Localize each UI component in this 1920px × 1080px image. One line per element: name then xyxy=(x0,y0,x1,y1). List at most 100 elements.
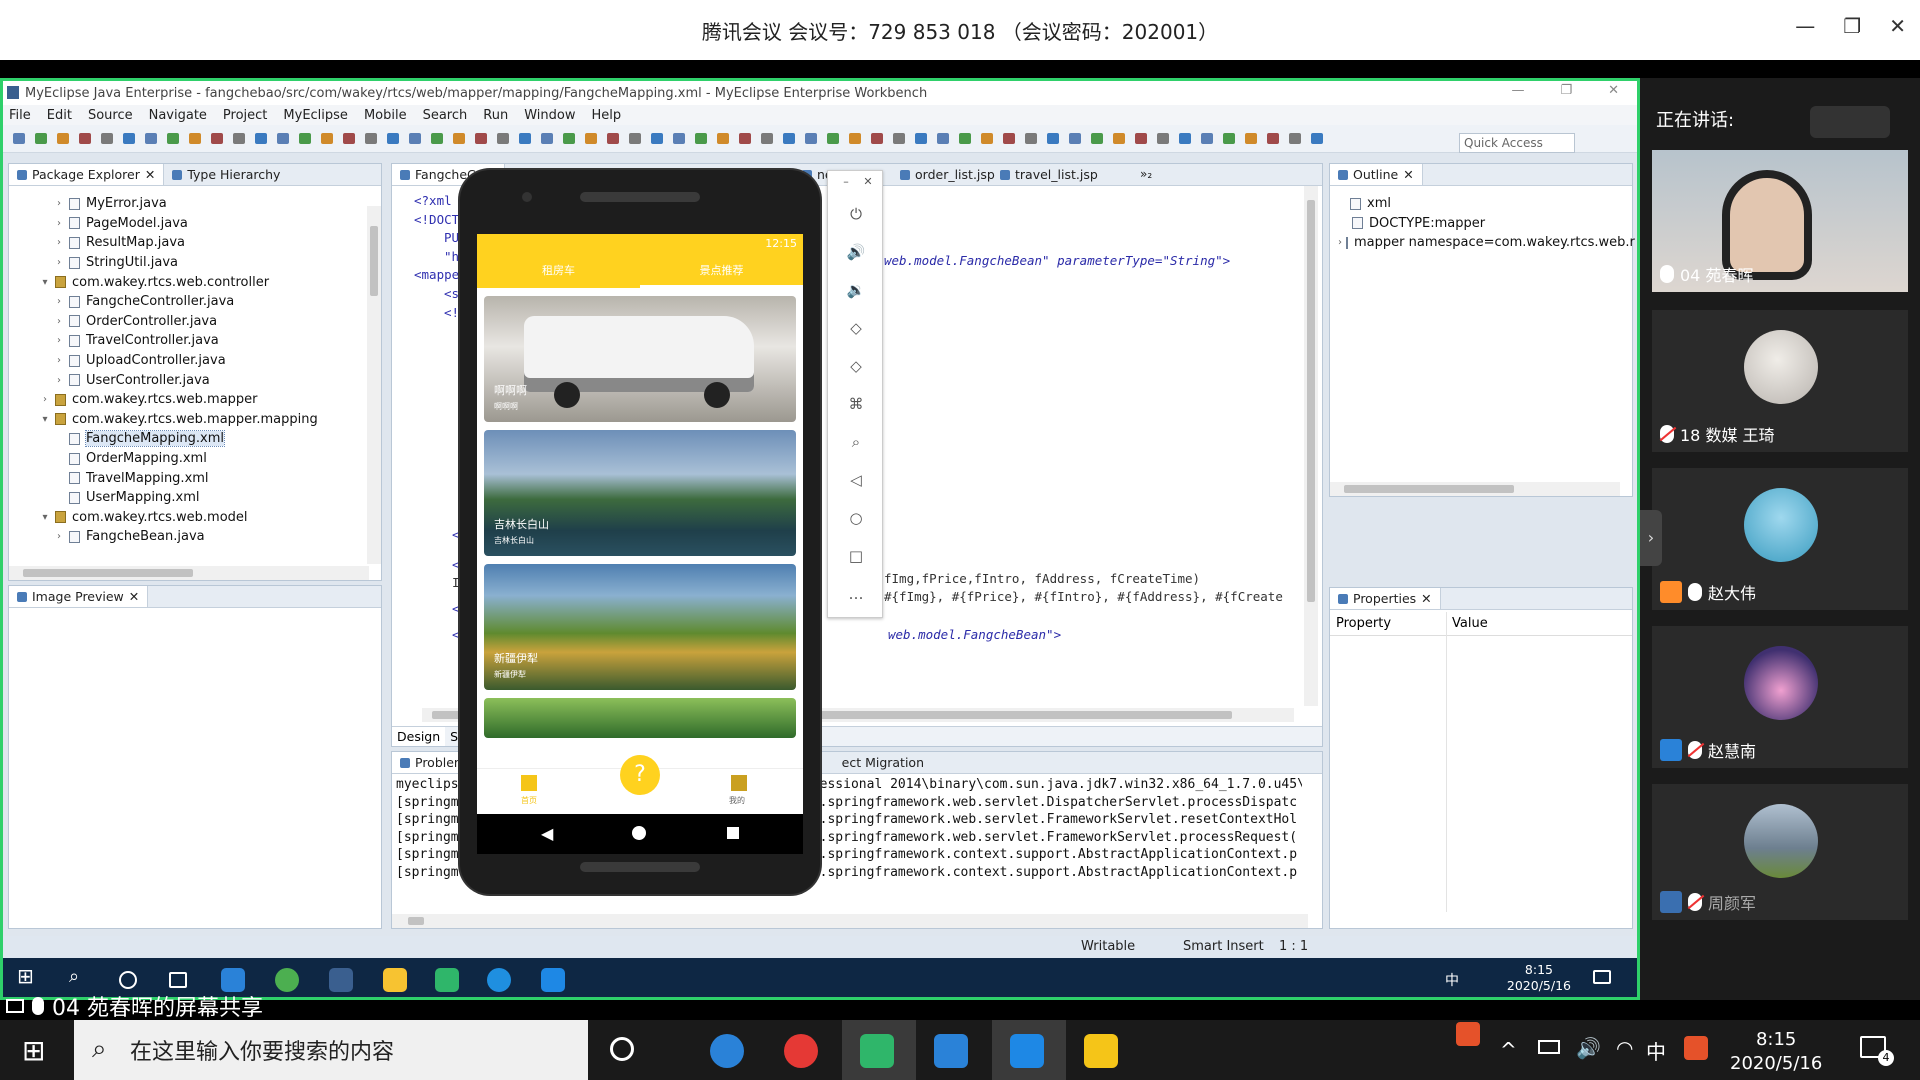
chrome-icon[interactable] xyxy=(275,968,299,992)
toolbar-button-icon[interactable] xyxy=(1157,133,1169,144)
screenshot-icon[interactable]: ⌘ xyxy=(846,395,866,415)
toolbar-button-icon[interactable] xyxy=(79,133,91,144)
chevron-right-icon[interactable]: › xyxy=(1338,237,1342,248)
home-icon[interactable] xyxy=(521,775,537,791)
toolbar-button-icon[interactable] xyxy=(1025,133,1037,144)
windows-start-icon[interactable]: ⊞ xyxy=(17,964,41,988)
tree-item[interactable]: UserMapping.xml xyxy=(9,488,365,508)
toolbar-button-icon[interactable] xyxy=(1047,133,1059,144)
tree-item[interactable]: › ResultMap.java xyxy=(9,233,365,253)
menu-item[interactable]: Window xyxy=(524,108,575,123)
toolbar-button-icon[interactable] xyxy=(145,133,157,144)
cortana-icon[interactable] xyxy=(119,971,137,989)
nav-home-label[interactable]: 首页 xyxy=(521,795,537,806)
tree-item[interactable]: › TravelController.java xyxy=(9,331,365,351)
toolbar-button-icon[interactable] xyxy=(893,133,905,144)
tab-package-explorer[interactable]: Package Explorer ✕ xyxy=(9,164,165,185)
taskbar-clock[interactable]: 8:15 2020/5/16 xyxy=(1730,1028,1822,1076)
file-explorer-icon[interactable] xyxy=(1084,1034,1118,1068)
chevron-down-icon[interactable]: ▾ xyxy=(39,512,51,523)
tree-item[interactable]: ▾ com.wakey.rtcs.web.mapper.mapping xyxy=(9,410,365,430)
toolbar-button-icon[interactable] xyxy=(1135,133,1147,144)
browser-icon[interactable] xyxy=(487,968,511,992)
toolbar-button-icon[interactable] xyxy=(1245,133,1257,144)
app-icon[interactable] xyxy=(435,968,459,992)
toolbar-button-icon[interactable] xyxy=(827,133,839,144)
toolbar-button-icon[interactable] xyxy=(739,133,751,144)
tree-item[interactable]: › StringUtil.java xyxy=(9,253,365,273)
tree-item[interactable]: › PageModel.java xyxy=(9,214,365,234)
chevron-right-icon[interactable]: › xyxy=(53,316,65,327)
collapse-panel-icon[interactable]: › xyxy=(1640,510,1662,566)
tab-project-migration[interactable]: ect Migration xyxy=(834,752,932,773)
emu-back-icon[interactable]: ◁ xyxy=(846,471,866,491)
tree-item[interactable]: › UploadController.java xyxy=(9,351,365,371)
tencent-meeting-icon[interactable] xyxy=(1010,1034,1044,1068)
toolbar-button-icon[interactable] xyxy=(35,133,47,144)
toolbar-button-icon[interactable] xyxy=(123,133,135,144)
toolbar-button-icon[interactable] xyxy=(167,133,179,144)
home-circle-icon[interactable] xyxy=(632,826,646,840)
tree-item[interactable]: ▾ com.wakey.rtcs.web.model xyxy=(9,508,365,528)
toolbar-button-icon[interactable] xyxy=(585,133,597,144)
menu-item[interactable]: Search xyxy=(423,108,468,123)
minimize-icon[interactable]: — xyxy=(1795,14,1815,38)
edge-icon[interactable] xyxy=(221,968,245,992)
toolbar-button-icon[interactable] xyxy=(1091,133,1103,144)
back-icon[interactable]: ◀ xyxy=(541,824,553,843)
menu-item[interactable]: Mobile xyxy=(364,108,407,123)
chevron-right-icon[interactable]: › xyxy=(53,257,65,268)
app-l-icon[interactable] xyxy=(710,1034,744,1068)
toolbar-button-icon[interactable] xyxy=(101,133,113,144)
outline-item[interactable]: › mapper namespace=com.wakey.rtcs.web.r xyxy=(1334,233,1635,253)
toolbar-button-icon[interactable] xyxy=(519,133,531,144)
participant-tile[interactable]: 04 苑春晖 xyxy=(1652,150,1908,292)
inner-clock[interactable]: 8:15 2020/5/16 xyxy=(1507,962,1571,994)
toolbar-button-icon[interactable] xyxy=(299,133,311,144)
toolbar-button-icon[interactable] xyxy=(1201,133,1213,144)
emu-close-icon[interactable]: ✕ xyxy=(858,175,878,195)
tab-design[interactable]: Design xyxy=(392,727,446,746)
tab-image-preview[interactable]: Image Preview ✕ xyxy=(9,586,149,607)
toolbar-button-icon[interactable] xyxy=(629,133,641,144)
tree-item[interactable]: › UserController.java xyxy=(9,370,365,390)
battery-icon[interactable] xyxy=(1538,1040,1560,1054)
editor-tab[interactable]: travel_list.jsp xyxy=(992,164,1106,185)
more-tabs-icon[interactable]: »₂ xyxy=(1140,167,1152,181)
chevron-right-icon[interactable]: › xyxy=(53,198,65,209)
package-hscroll[interactable] xyxy=(9,566,369,580)
toolbar-button-icon[interactable] xyxy=(1113,133,1125,144)
tencent-meeting-icon[interactable] xyxy=(541,968,565,992)
tab-rent-rv[interactable]: 租房车 xyxy=(477,254,640,288)
taskbar-search-input[interactable]: ⌕ 在这里输入你要搜索的内容 xyxy=(74,1020,588,1080)
chevron-right-icon[interactable]: › xyxy=(39,394,51,405)
cortana-icon[interactable] xyxy=(610,1037,634,1061)
editor-tab[interactable]: order_list.jsp xyxy=(892,164,1003,185)
tree-item[interactable]: › OrderController.java xyxy=(9,312,365,332)
participant-tile[interactable]: 赵大伟 xyxy=(1652,468,1908,610)
toolbar-button-icon[interactable] xyxy=(783,133,795,144)
menu-item[interactable]: File xyxy=(9,108,31,123)
chevron-down-icon[interactable]: ▾ xyxy=(39,277,51,288)
participant-tile[interactable]: 周颜军 xyxy=(1652,784,1908,920)
card-rv[interactable]: 啊啊啊 啊啊啊 xyxy=(484,296,796,422)
menu-item[interactable]: Help xyxy=(591,108,621,123)
toolbar-button-icon[interactable] xyxy=(563,133,575,144)
tab-outline[interactable]: Outline ✕ xyxy=(1330,164,1423,185)
tree-item[interactable]: OrderMapping.xml xyxy=(9,449,365,469)
outline-hscroll[interactable] xyxy=(1330,482,1620,496)
tree-item[interactable]: › com.wakey.rtcs.web.mapper xyxy=(9,390,365,410)
volume-down-icon[interactable]: 🔉 xyxy=(846,281,866,301)
sogou-icon[interactable] xyxy=(1456,1022,1480,1046)
ide-close-icon[interactable]: ✕ xyxy=(1608,83,1619,98)
toolbar-button-icon[interactable] xyxy=(343,133,355,144)
card-changbai[interactable]: 吉林长白山 吉林长白山 xyxy=(484,430,796,556)
notification-icon[interactable] xyxy=(1593,970,1611,984)
more-icon[interactable]: … xyxy=(846,585,866,605)
quick-access-input[interactable]: Quick Access xyxy=(1459,133,1575,153)
card-yili[interactable]: 新疆伊犁 新疆伊犁 xyxy=(484,564,796,690)
toolbar-button-icon[interactable] xyxy=(761,133,773,144)
menu-item[interactable]: Edit xyxy=(47,108,72,123)
chevron-right-icon[interactable]: › xyxy=(53,335,65,346)
menu-item[interactable]: MyEclipse xyxy=(283,108,348,123)
